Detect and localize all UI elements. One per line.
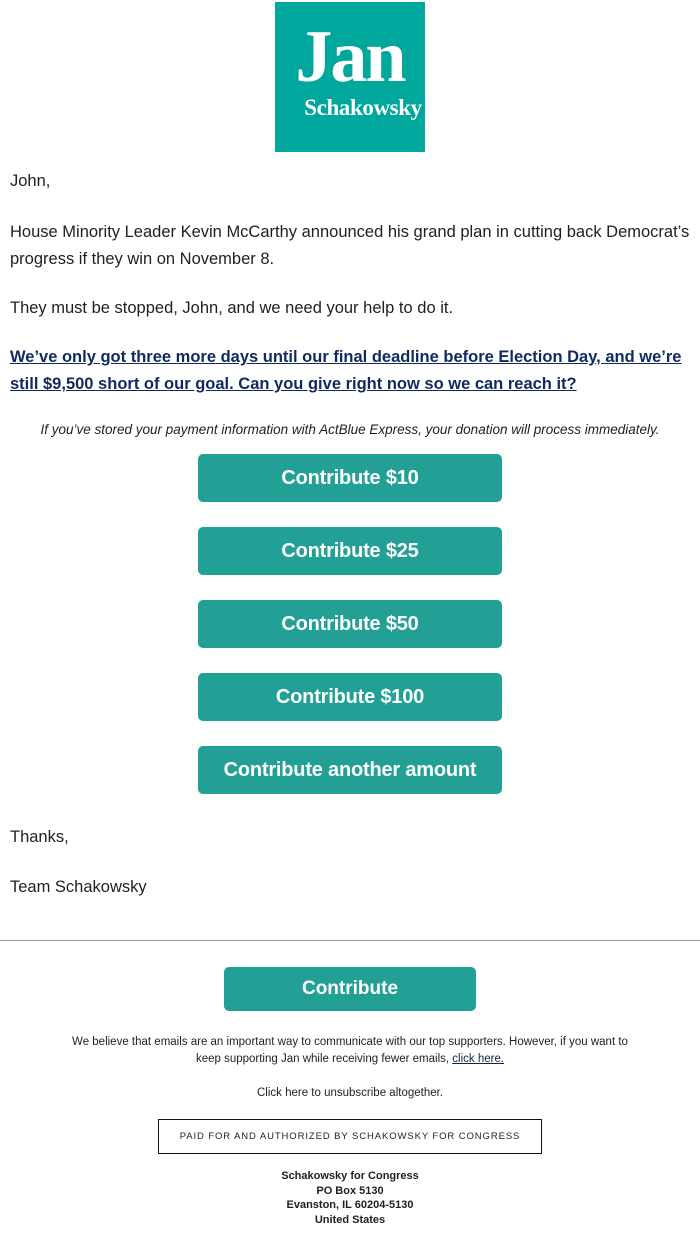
contribute-25-button[interactable]: Contribute $25	[198, 527, 502, 575]
email-signoff: Thanks, Team Schakowsky	[0, 824, 700, 901]
actblue-express-note: If you’ve stored your payment informatio…	[40, 422, 660, 437]
unsubscribe-line[interactable]: Click here to unsubscribe altogether.	[0, 1085, 700, 1102]
address-line-2: PO Box 5130	[316, 1184, 384, 1197]
contribute-100-button[interactable]: Contribute $100	[198, 673, 502, 721]
signoff-team: Team Schakowsky	[10, 878, 147, 896]
email-body: John, House Minority Leader Kevin McCart…	[0, 168, 700, 440]
donation-ask-link[interactable]: We’ve only got three more days until our…	[10, 344, 690, 398]
paid-for-disclaimer: PAID FOR AND AUTHORIZED BY SCHAKOWSKY FO…	[158, 1119, 542, 1154]
contribute-50-button[interactable]: Contribute $50	[198, 600, 502, 648]
reduce-emails-link[interactable]: click here.	[452, 1053, 504, 1065]
signoff-thanks: Thanks,	[10, 828, 69, 846]
logo-wordmark-primary: Jan	[295, 16, 406, 98]
logo-wordmark-secondary: Schakowsky	[304, 95, 422, 120]
greeting-line: John,	[10, 172, 51, 190]
contribute-other-button[interactable]: Contribute another amount	[198, 746, 502, 794]
footer-preference-text: We believe that emails are an important …	[72, 1036, 628, 1065]
email-footer: Contribute We believe that emails are an…	[0, 941, 700, 1227]
footer-preference-note: We believe that emails are an important …	[70, 1034, 630, 1068]
mailing-address: Schakowsky for Congress PO Box 5130 Evan…	[0, 1169, 700, 1227]
campaign-logo: Jan Schakowsky	[275, 2, 425, 152]
address-line-4: United States	[314, 1213, 386, 1226]
email-header: Jan Schakowsky	[0, 0, 700, 152]
contribute-10-button[interactable]: Contribute $10	[198, 454, 502, 502]
body-paragraph-1: House Minority Leader Kevin McCarthy ann…	[10, 223, 690, 268]
donation-button-stack: Contribute $10 Contribute $25 Contribute…	[0, 454, 700, 794]
address-line-3: Evanston, IL 60204-5130	[286, 1199, 414, 1211]
address-line-1: Schakowsky for Congress	[281, 1170, 419, 1182]
body-paragraph-2: They must be stopped, John, and we need …	[10, 299, 454, 317]
footer-contribute-button[interactable]: Contribute	[224, 967, 476, 1011]
